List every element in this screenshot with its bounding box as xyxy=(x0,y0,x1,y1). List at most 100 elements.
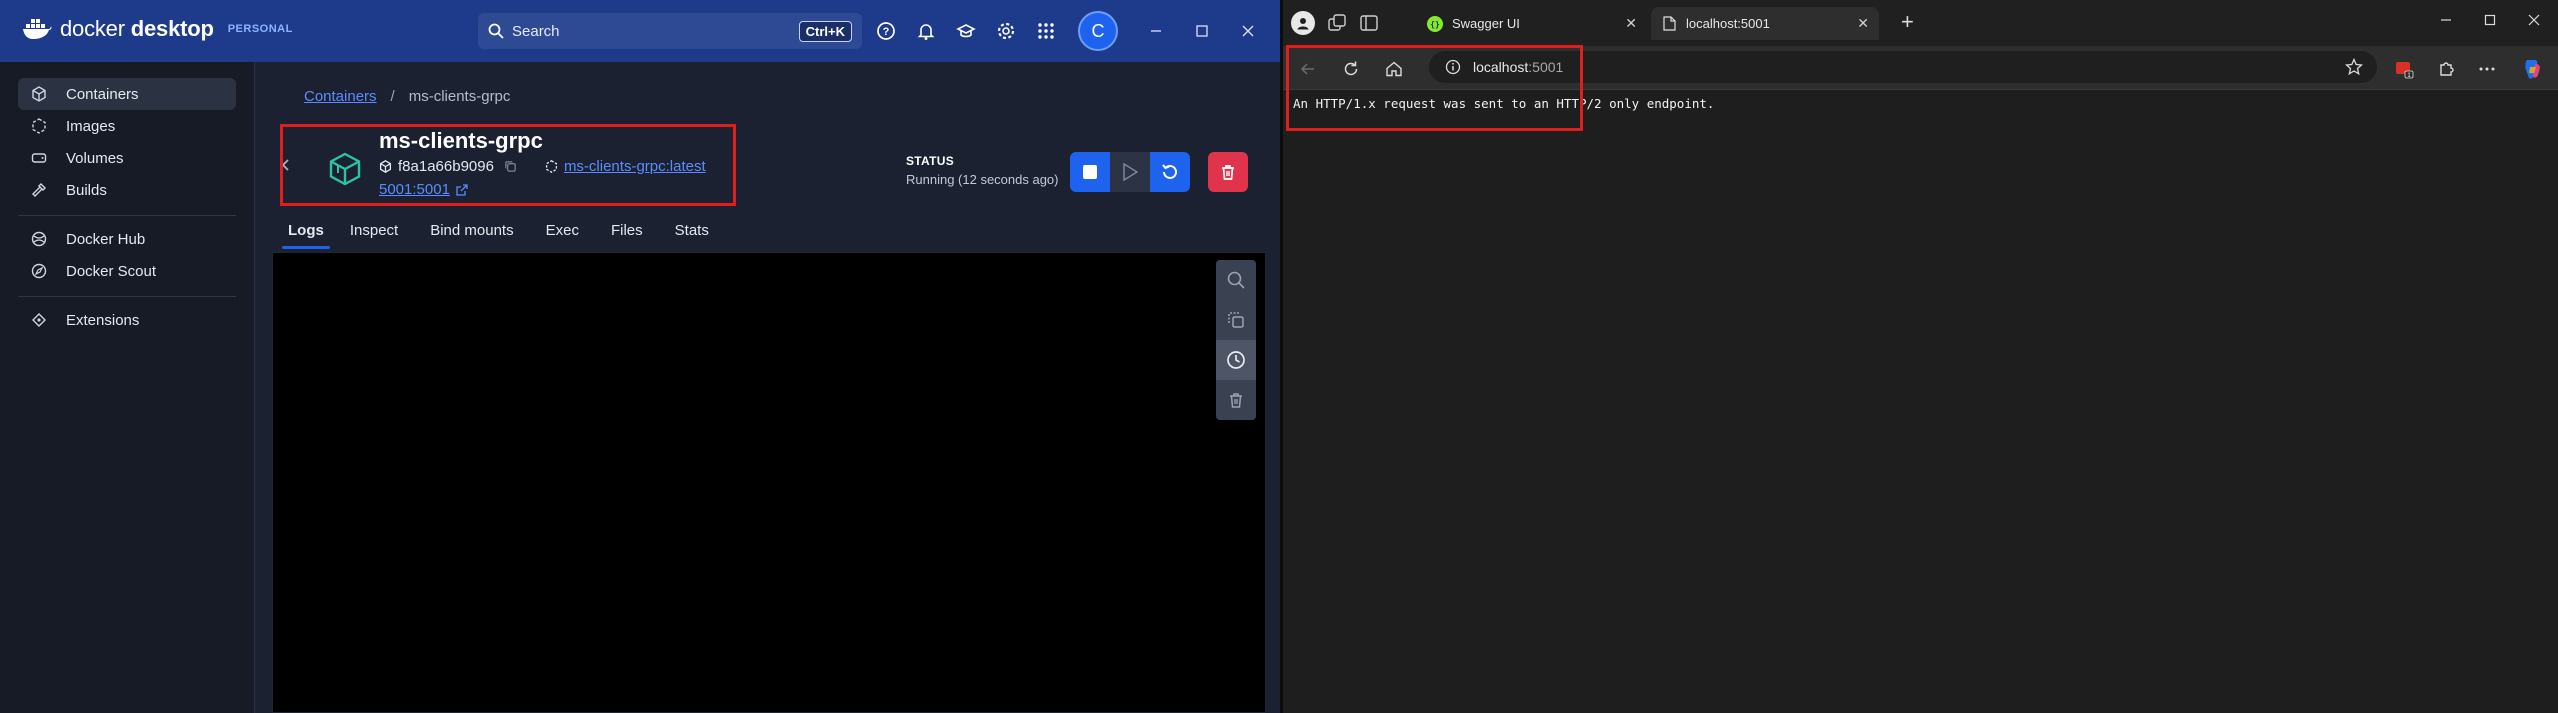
sidebar-item-volumes[interactable]: Volumes xyxy=(18,142,236,174)
copilot-icon[interactable] xyxy=(2521,58,2543,80)
swagger-icon: {} xyxy=(1427,15,1443,32)
status-heading: STATUS xyxy=(906,154,955,168)
sidebar-item-label: Extensions xyxy=(66,311,140,329)
sidebar-item-label: Containers xyxy=(66,85,139,103)
sidebar-divider xyxy=(18,296,236,297)
highlight-annotation-box xyxy=(1286,45,1583,131)
close-icon[interactable] xyxy=(1236,19,1260,43)
browser-tab-swagger[interactable]: {} Swagger UI ✕ xyxy=(1415,7,1647,40)
settings-gear-icon[interactable] xyxy=(994,19,1018,43)
learning-center-icon[interactable] xyxy=(954,19,978,43)
log-copy-icon[interactable] xyxy=(1216,300,1256,340)
restart-icon xyxy=(1162,164,1177,179)
container-detail-panel: Containers / ms-clients-grpc ms-clients-… xyxy=(256,62,1280,713)
sidebar-item-label: Volumes xyxy=(66,149,124,167)
help-icon[interactable]: ? xyxy=(874,19,898,43)
page-icon xyxy=(1663,16,1676,31)
stop-icon xyxy=(1083,165,1097,179)
status-block: STATUS Running (12 seconds ago) xyxy=(906,154,1059,187)
search-icon xyxy=(488,23,504,39)
apps-grid-icon[interactable] xyxy=(1034,19,1058,43)
sidebar-item-label: Docker Scout xyxy=(66,262,157,280)
user-avatar[interactable]: C xyxy=(1078,11,1118,51)
trash-icon xyxy=(1222,165,1234,180)
builds-icon xyxy=(30,181,48,199)
sidebar-item-label: Images xyxy=(66,117,116,135)
volumes-icon xyxy=(30,149,48,167)
tab-logs[interactable]: Logs xyxy=(276,216,336,249)
sidebar-item-containers[interactable]: Containers xyxy=(18,78,236,110)
tab-close-icon[interactable]: ✕ xyxy=(1625,15,1637,32)
container-icon xyxy=(30,85,48,103)
workspaces-icon[interactable] xyxy=(1327,13,1347,38)
log-output-area[interactable] xyxy=(272,252,1266,713)
more-options-icon[interactable] xyxy=(2476,58,2498,80)
search-shortcut: Ctrl+K xyxy=(798,20,852,42)
tab-bind-mounts[interactable]: Bind mounts xyxy=(418,216,525,249)
page-content: An HTTP/1.x request was sent to an HTTP/… xyxy=(1283,90,2558,713)
sidebar-item-label: Docker Hub xyxy=(66,230,146,248)
docker-scout-icon xyxy=(30,262,48,280)
profile-avatar-icon[interactable] xyxy=(1291,11,1315,35)
tab-exec[interactable]: Exec xyxy=(534,216,591,249)
detail-tabs: Logs Inspect Bind mounts Exec Files Stat… xyxy=(276,216,721,249)
browser-tab-localhost[interactable]: localhost:5001 ✕ xyxy=(1651,7,1879,40)
brand-desktop: desktop xyxy=(130,16,214,41)
extensions-icon xyxy=(30,311,48,329)
sidebar-item-images[interactable]: Images xyxy=(18,110,236,142)
docker-whale-icon xyxy=(23,19,52,39)
sidebar-divider xyxy=(18,215,236,216)
tab-inspect[interactable]: Inspect xyxy=(338,216,410,249)
sidebar-item-docker-hub[interactable]: Docker Hub xyxy=(18,223,236,255)
log-timestamps-clock-icon[interactable] xyxy=(1216,340,1256,380)
tab-title: Swagger UI xyxy=(1452,16,1520,31)
browser-minimize-icon[interactable] xyxy=(2439,13,2453,32)
minimize-icon[interactable] xyxy=(1144,19,1168,43)
search-bar[interactable]: Search Ctrl+K xyxy=(478,13,862,49)
delete-button[interactable] xyxy=(1208,152,1248,192)
log-clear-trash-icon[interactable] xyxy=(1216,380,1256,420)
tab-close-icon[interactable]: ✕ xyxy=(1857,15,1869,32)
breadcrumb-containers-link[interactable]: Containers xyxy=(304,88,377,105)
svg-text:{}: {} xyxy=(1430,20,1440,29)
browser-close-icon[interactable] xyxy=(2527,13,2541,32)
images-icon xyxy=(30,117,48,135)
sidebar-item-extensions[interactable]: Extensions xyxy=(18,304,236,336)
docker-titlebar: docker desktop PERSONAL Search Ctrl+K ? … xyxy=(0,0,1280,62)
svg-text:?: ? xyxy=(883,26,890,38)
browser-maximize-icon[interactable] xyxy=(2483,13,2497,32)
docker-desktop-window: docker desktop PERSONAL Search Ctrl+K ? … xyxy=(0,0,1280,713)
browser-tab-strip: {} Swagger UI ✕ localhost:5001 ✕ + xyxy=(1283,0,2558,46)
plan-badge: PERSONAL xyxy=(227,23,293,35)
restart-button[interactable] xyxy=(1150,152,1190,192)
breadcrumb-separator: / xyxy=(390,88,395,105)
log-search-icon[interactable] xyxy=(1216,260,1256,300)
brand-docker: docker xyxy=(60,16,125,41)
play-icon xyxy=(1123,163,1138,181)
docker-hub-icon xyxy=(30,230,48,248)
extensions-puzzle-icon[interactable] xyxy=(2435,58,2457,80)
favorite-star-icon[interactable] xyxy=(2345,58,2363,76)
stop-button[interactable] xyxy=(1070,152,1110,192)
new-tab-plus-icon[interactable]: + xyxy=(1901,11,1914,33)
docker-logo: docker desktop PERSONAL xyxy=(22,16,293,42)
tab-title: localhost:5001 xyxy=(1686,16,1770,31)
breadcrumb: Containers / ms-clients-grpc xyxy=(304,88,510,105)
browser-window: {} Swagger UI ✕ localhost:5001 ✕ + local… xyxy=(1283,0,2558,713)
search-label: Search xyxy=(512,22,560,40)
tab-files[interactable]: Files xyxy=(599,216,655,249)
sidebar-item-label: Builds xyxy=(66,181,107,199)
sidebar: Containers Images Volumes Builds Docker … xyxy=(0,62,255,713)
status-value: Running (12 seconds ago) xyxy=(906,172,1059,187)
highlight-annotation-box xyxy=(280,124,736,206)
tab-stats[interactable]: Stats xyxy=(663,216,721,249)
extension-badge-icon[interactable]: 1 xyxy=(2393,58,2415,80)
notifications-bell-icon[interactable] xyxy=(914,19,938,43)
maximize-icon[interactable] xyxy=(1190,19,1214,43)
log-toolbar xyxy=(1216,260,1256,420)
sidebar-item-builds[interactable]: Builds xyxy=(18,174,236,206)
sidebar-item-docker-scout[interactable]: Docker Scout xyxy=(18,255,236,287)
vertical-tabs-icon[interactable] xyxy=(1359,13,1379,38)
breadcrumb-current: ms-clients-grpc xyxy=(408,88,511,105)
start-button[interactable] xyxy=(1110,152,1150,192)
